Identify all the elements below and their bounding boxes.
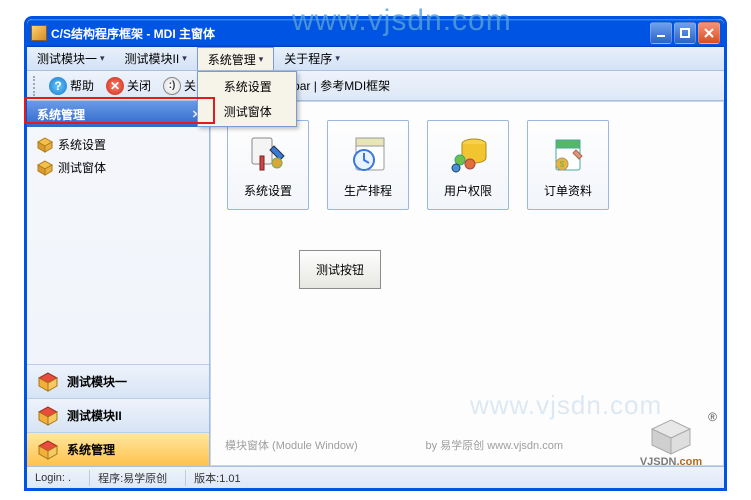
tile-production-schedule[interactable]: 生产排程 (327, 120, 409, 210)
sidebar-tree: 系统设置 测试窗体 (27, 127, 209, 364)
tree-label: 系统设置 (58, 136, 106, 153)
menu-label: 关于程序 (284, 50, 332, 67)
nav-test-module-1[interactable]: 测试模块一 (27, 364, 209, 398)
sidebar-header-label: 系统管理 (37, 106, 85, 123)
sidebar-header: 系统管理 ✕ (27, 101, 209, 127)
about-icon: :) (163, 77, 181, 95)
tile-user-permissions[interactable]: 用户权限 (427, 120, 509, 210)
chevron-down-icon: ▾ (182, 53, 187, 64)
tile-row: 系统设置 生产排程 用户权限 $ 订单资料 (227, 120, 707, 210)
tree-item-system-settings[interactable]: 系统设置 (35, 133, 201, 156)
toolbar-label: 关 (184, 77, 196, 94)
dropdown-system-settings[interactable]: 系统设置 (200, 74, 294, 99)
test-button[interactable]: 测试按钮 (299, 250, 381, 289)
status-program: 程序:易学原创 (89, 470, 167, 486)
module-footer-right: by 易学原创 www.vjsdn.com (425, 437, 563, 453)
svg-text:$: $ (560, 160, 565, 169)
menubar: 测试模块一▾ 测试模块II▾ 系统管理▾ 系统设置 测试窗体 关于程序▾ (27, 47, 724, 71)
tile-order-data[interactable]: $ 订单资料 (527, 120, 609, 210)
window-frame: C/S结构程序框架 - MDI 主窗体 测试模块一▾ 测试模块II▾ 系统管理▾… (24, 16, 727, 491)
tile-system-settings[interactable]: 系统设置 (227, 120, 309, 210)
nav-label: 测试模块一 (67, 373, 127, 390)
users-db-icon (446, 132, 490, 176)
calendar-clock-icon (346, 132, 390, 176)
box-icon (37, 439, 59, 461)
chevron-down-icon: ▾ (335, 53, 340, 64)
cube-icon (37, 137, 53, 153)
toolbar-close[interactable]: ✕ 关闭 (101, 75, 156, 97)
window-title: C/S结构程序框架 - MDI 主窗体 (51, 25, 650, 42)
sidebar: 系统管理 ✕ 系统设置 测试窗体 测试模块一 (27, 101, 210, 466)
tile-label: 用户权限 (444, 182, 492, 199)
close-button[interactable] (698, 22, 720, 44)
menu-test-module-2[interactable]: 测试模块II▾ (115, 47, 197, 70)
settings-tools-icon (246, 132, 290, 176)
dropdown-test-window[interactable]: 测试窗体 (200, 99, 294, 124)
tile-label: 系统设置 (244, 182, 292, 199)
box-icon (37, 371, 59, 393)
module-footer-left: 模块窗体 (Module Window) (225, 437, 358, 453)
menu-dropdown: 系统设置 测试窗体 (197, 71, 297, 127)
nav-system-manage[interactable]: 系统管理 (27, 432, 209, 466)
tile-label: 订单资料 (544, 182, 592, 199)
body-area: 系统管理 ✕ 系统设置 测试窗体 测试模块一 (27, 101, 724, 466)
menu-about[interactable]: 关于程序▾ (274, 47, 350, 70)
toolbar-label: 帮助 (70, 77, 94, 94)
toolbar-label: 关闭 (127, 77, 151, 94)
logo-brand: VJSDN (640, 456, 677, 468)
status-login: Login: . (35, 472, 71, 484)
statusbar: Login: . 程序:易学原创 版本:1.01 (27, 466, 724, 488)
help-icon: ? (49, 77, 67, 95)
tile-label: 生产排程 (344, 182, 392, 199)
window-controls (650, 22, 720, 44)
chevron-down-icon: ▾ (100, 53, 105, 64)
box-icon (37, 405, 59, 427)
order-doc-icon: $ (546, 132, 590, 176)
maximize-button[interactable] (674, 22, 696, 44)
menu-label: 测试模块一 (37, 50, 97, 67)
module-footer: 模块窗体 (Module Window) by 易学原创 www.vjsdn.c… (225, 437, 563, 453)
menu-system-manage[interactable]: 系统管理▾ 系统设置 测试窗体 (197, 47, 275, 70)
logo-domain: .com (677, 456, 703, 468)
app-icon (31, 25, 47, 41)
minimize-button[interactable] (650, 22, 672, 44)
menu-label: 测试模块II (125, 50, 180, 67)
titlebar: C/S结构程序框架 - MDI 主窗体 (27, 19, 724, 47)
nav-label: 测试模块II (67, 407, 122, 424)
status-version: 版本:1.01 (185, 470, 240, 486)
toolbar-help[interactable]: ? 帮助 (44, 75, 99, 97)
tree-item-test-window[interactable]: 测试窗体 (35, 156, 201, 179)
toolbar: ? 帮助 ✕ 关闭 :) 关 oolbar | 参考MDI框架 (27, 71, 724, 101)
cube-logo-icon (648, 418, 694, 456)
logo-corner: ® VJSDN.com (625, 406, 717, 468)
tree-label: 测试窗体 (58, 159, 106, 176)
toolbar-about-partial[interactable]: :) 关 (158, 75, 201, 97)
cube-icon (37, 160, 53, 176)
nav-test-module-2[interactable]: 测试模块II (27, 398, 209, 432)
toolbar-grip[interactable] (33, 76, 38, 96)
logo-text: VJSDN.com (640, 456, 702, 468)
registered-mark: ® (708, 410, 717, 424)
menu-test-module-1[interactable]: 测试模块一▾ (27, 47, 115, 70)
close-icon: ✕ (106, 77, 124, 95)
nav-panel: 测试模块一 测试模块II 系统管理 (27, 364, 209, 466)
nav-label: 系统管理 (67, 441, 115, 458)
menu-label: 系统管理 (208, 51, 256, 68)
chevron-down-icon: ▾ (259, 54, 264, 65)
